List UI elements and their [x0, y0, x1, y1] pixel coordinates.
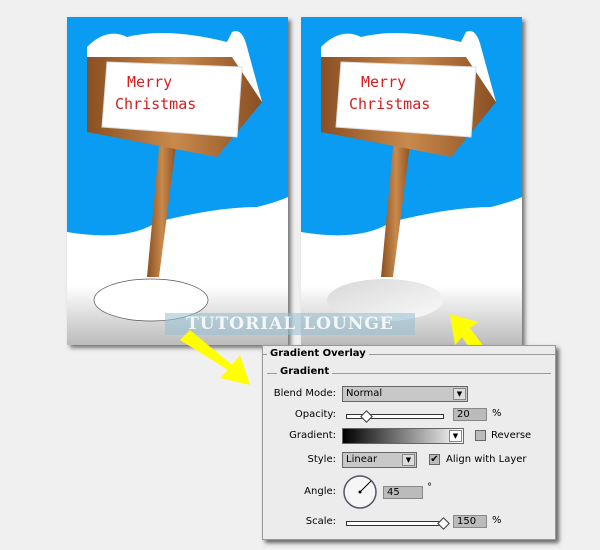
opacity-input[interactable]: 20 [453, 408, 487, 421]
arrow-down-right-icon [180, 330, 250, 385]
gradient-label: Gradient: [289, 430, 336, 441]
angle-dial[interactable] [342, 474, 378, 510]
scale-slider[interactable] [346, 521, 444, 526]
gradient-overlay-dialog: Gradient Overlay Gradient Blend Mode: No… [262, 345, 556, 540]
scale-input[interactable]: 150 [453, 515, 487, 528]
scale-slider-thumb[interactable] [437, 517, 450, 530]
reverse-label: Reverse [491, 430, 532, 441]
style-value: Linear [346, 454, 378, 465]
opacity-unit: % [492, 408, 502, 419]
blend-mode-label: Blend Mode: [273, 388, 336, 399]
style-label: Style: [307, 454, 337, 465]
blend-mode-value: Normal [346, 388, 383, 399]
scale-unit: % [492, 515, 502, 526]
align-with-layer-checkbox[interactable]: ✔ [429, 454, 440, 465]
angle-label: Angle: [304, 486, 336, 497]
style-select[interactable]: Linear ▼ [342, 452, 417, 468]
angle-input[interactable]: 45 [383, 486, 423, 499]
gradient-picker[interactable]: ▼ [342, 428, 464, 444]
chevron-down-icon: ▼ [449, 430, 462, 442]
opacity-label: Opacity: [294, 409, 336, 420]
section-title: Gradient Overlay [267, 348, 369, 359]
group-title: Gradient [277, 366, 333, 377]
reverse-checkbox[interactable] [475, 430, 486, 441]
blend-mode-select[interactable]: Normal ▼ [342, 386, 468, 402]
chevron-down-icon: ▼ [402, 454, 415, 466]
chevron-down-icon: ▼ [453, 388, 466, 400]
angle-unit: ° [427, 482, 432, 493]
opacity-slider-thumb[interactable] [360, 410, 373, 423]
align-with-layer-label: Align with Layer [446, 454, 527, 465]
scale-label: Scale: [305, 516, 336, 527]
